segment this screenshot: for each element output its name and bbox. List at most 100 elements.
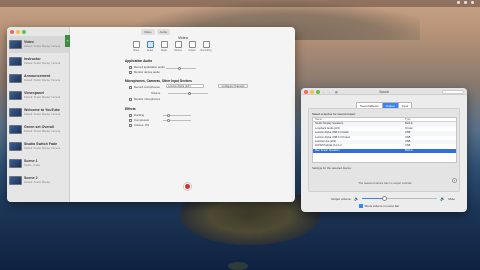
clock-icon[interactable] — [471, 1, 474, 4]
scene-thumbnail — [9, 159, 22, 168]
window-controls — [10, 30, 26, 34]
scene-item[interactable]: Scene 1 Studio - Audio — [9, 155, 69, 172]
add-scene-button[interactable]: + — [65, 35, 70, 47]
speaker-high-icon: 🔊 — [440, 196, 446, 201]
mute-label[interactable]: Mute — [448, 197, 455, 201]
compressor-option[interactable]: Compressor — [129, 118, 149, 122]
scene-item[interactable]: Instructor Default: Studio Display Camera — [9, 53, 69, 70]
scene-thumbnail — [9, 91, 22, 100]
record-microphones-option[interactable]: Record microphones — [129, 85, 160, 89]
record-button[interactable] — [183, 182, 192, 191]
ducking-slider[interactable] — [163, 114, 191, 117]
scene-subtitle: Default: Studio Display Camera — [24, 61, 61, 65]
scene-item[interactable]: Green set Overall Default: Studio Display… — [9, 121, 69, 138]
toolbar-mode[interactable]: Mode — [159, 41, 169, 52]
scene-text: Green set Overall Default: Studio Display… — [24, 125, 61, 133]
scene-thumbnail — [9, 176, 22, 185]
mic-volume-label: Volume — [151, 91, 161, 95]
recording-icon — [202, 41, 210, 48]
toolbar-label: Audio — [146, 49, 154, 52]
device-name: Mac Studio Speakers — [315, 148, 340, 152]
scene-text: Vimeopanel Default: Studio Display Camera — [24, 91, 60, 99]
menu-bar — [0, 0, 480, 7]
scene-text: Scene 1 Studio - Audio — [24, 159, 41, 167]
scene-item[interactable]: Announcement Default: Studio Display Came… — [9, 70, 69, 87]
app-window: Video Default: Studio Display Camera Instr… — [7, 27, 295, 202]
checkbox-icon — [359, 204, 363, 208]
control-center-icon[interactable] — [464, 1, 467, 4]
scene-item[interactable]: Scene 2 Default: Studio Display — [9, 172, 69, 189]
device-table: Name Type Studio Display Speakers Built-i… — [312, 117, 457, 163]
help-button[interactable]: ? — [452, 178, 457, 183]
scene-subtitle: Default: Studio Display Camera — [24, 146, 61, 150]
slider-knob[interactable] — [188, 92, 191, 95]
toolbar-source[interactable]: Source — [173, 41, 183, 52]
configure-channels-button[interactable]: Configure Channels — [218, 84, 248, 88]
scene-thumbnail — [9, 142, 22, 151]
speaker-low-icon: 🔈 — [354, 196, 360, 201]
scene-item[interactable]: Welcome to YouTube Default: Studio Displa… — [9, 104, 69, 121]
minimize-window-icon[interactable] — [16, 30, 20, 34]
menubar-status-icons — [434, 1, 474, 6]
show-volume-option[interactable]: Show volume in menu bar — [359, 204, 399, 208]
wifi-icon[interactable] — [457, 1, 460, 4]
application-audio-heading: Application Audio — [125, 59, 153, 63]
microphones-heading: Microphones, Cameras, Other Input Device… — [125, 79, 192, 83]
checkbox-icon — [129, 118, 132, 122]
app-main: Video Audio Video Video Audio Mode Source Ou… — [71, 27, 295, 202]
slider-knob[interactable] — [178, 67, 181, 70]
effects-volume-option[interactable]: Volume: 0% — [129, 123, 149, 127]
scene-name: Video — [24, 39, 34, 44]
scene-subtitle: Studio - Audio — [24, 163, 41, 167]
column-name[interactable]: Name — [315, 118, 405, 121]
mode-icon — [160, 41, 168, 48]
audio-icon — [146, 41, 154, 48]
scene-item[interactable]: Studio Switch Fade Default: Studio Displa… — [9, 138, 69, 155]
page-title: Video — [177, 35, 189, 40]
output-volume-label: Output volume: — [331, 196, 352, 201]
scene-name: Announcement — [24, 73, 51, 78]
close-window-icon[interactable] — [10, 30, 14, 34]
scene-sidebar: Video Default: Studio Display Camera Instr… — [7, 27, 70, 202]
checkbox-icon — [129, 123, 132, 127]
monitor-microphones-option[interactable]: Monitor microphones — [129, 97, 160, 101]
scene-subtitle: Default: Studio Display — [24, 180, 51, 184]
scene-item[interactable]: Vimeopanel Default: Studio Display Camera — [9, 87, 69, 104]
monitor-device-audio-option[interactable]: Monitor device audio — [129, 70, 160, 74]
microphone-device-select[interactable]: Lexicon Alpha (2ch) — [166, 84, 204, 88]
toolbar-label: Source — [174, 49, 182, 52]
toolbar-recording[interactable]: Recording — [201, 41, 211, 52]
scene-name: Scene 2 — [24, 175, 38, 180]
zoom-window-icon[interactable] — [22, 30, 26, 34]
ducking-option[interactable]: Ducking — [129, 113, 144, 117]
settings-toolbar: Video Audio Mode Source Output Recording — [131, 41, 211, 52]
volume-knob[interactable] — [382, 195, 388, 201]
checkbox-icon — [129, 70, 132, 74]
scene-name: Instructor — [24, 56, 41, 61]
table-row[interactable]: Mac Studio Speakers Built-in — [313, 148, 456, 154]
desktop-rock — [228, 262, 248, 270]
record-icon — [185, 184, 190, 189]
scene-text: Scene 2 Default: Studio Display — [24, 175, 51, 184]
toolbar-output[interactable]: Output — [187, 41, 197, 52]
compressor-slider[interactable] — [163, 119, 191, 122]
toolbar-label: Output — [188, 49, 196, 52]
device-type: Built-in — [405, 148, 413, 152]
scene-item[interactable]: Video Default: Studio Display Camera — [9, 36, 69, 53]
search-input[interactable] — [442, 89, 464, 94]
record-app-audio-option[interactable]: Record application audio — [129, 65, 165, 69]
slider-knob[interactable] — [167, 119, 170, 122]
mic-volume-slider[interactable] — [168, 92, 208, 95]
output-panel: Select a device for sound output: Name T… — [308, 108, 460, 192]
output-volume-slider[interactable] — [362, 195, 438, 201]
scene-subtitle: Default: Studio Display Camera — [24, 129, 61, 133]
scene-thumbnail — [9, 57, 22, 66]
video-icon — [132, 41, 140, 48]
scene-text: Welcome to YouTube Default: Studio Displa… — [24, 108, 60, 116]
prefs-titlebar: ‹ › ▦ Sound — [301, 88, 467, 95]
app-audio-slider[interactable] — [166, 67, 196, 70]
slider-knob[interactable] — [167, 114, 170, 117]
column-type[interactable]: Type — [405, 118, 455, 121]
toolbar-audio[interactable]: Audio — [145, 41, 155, 52]
toolbar-video[interactable]: Video — [131, 41, 141, 52]
